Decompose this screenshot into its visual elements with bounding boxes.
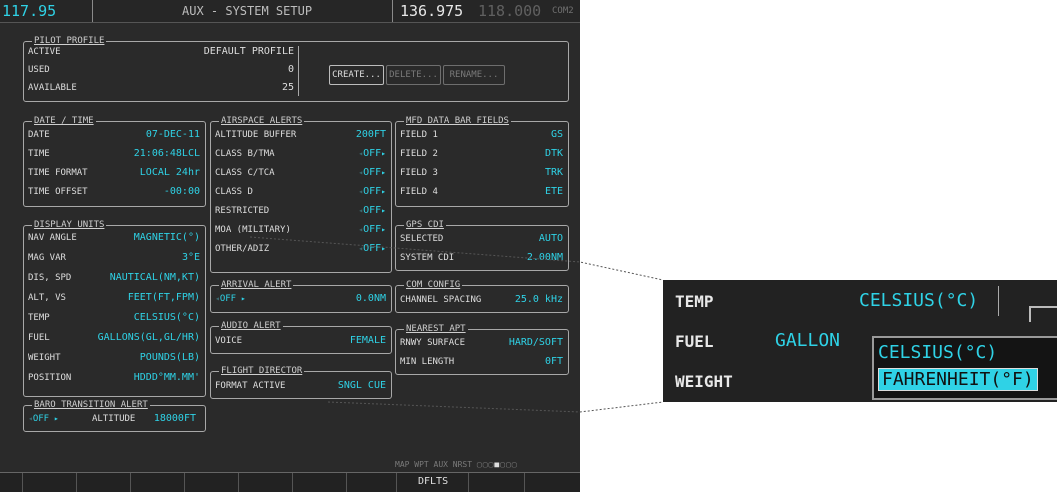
zoom-temp-value[interactable]: CELSIUS(°C) (859, 290, 978, 311)
zoom-panel-edge (1029, 306, 1057, 322)
temp-unit-dropdown[interactable]: CELSIUS(°C) FAHRENHEIT(°F) (872, 336, 1057, 400)
zoom-temp-label: TEMP (675, 292, 714, 311)
zoom-fuel-label: FUEL (675, 332, 714, 351)
zoom-fuel-value[interactable]: GALLON (775, 330, 840, 351)
zoom-divider (998, 286, 999, 316)
option-celsius[interactable]: CELSIUS(°C) (878, 342, 997, 363)
callout-leader-lines (249, 236, 664, 413)
zoom-weight-label: WEIGHT (675, 372, 733, 391)
option-fahrenheit[interactable]: FAHRENHEIT(°F) (878, 368, 1038, 391)
